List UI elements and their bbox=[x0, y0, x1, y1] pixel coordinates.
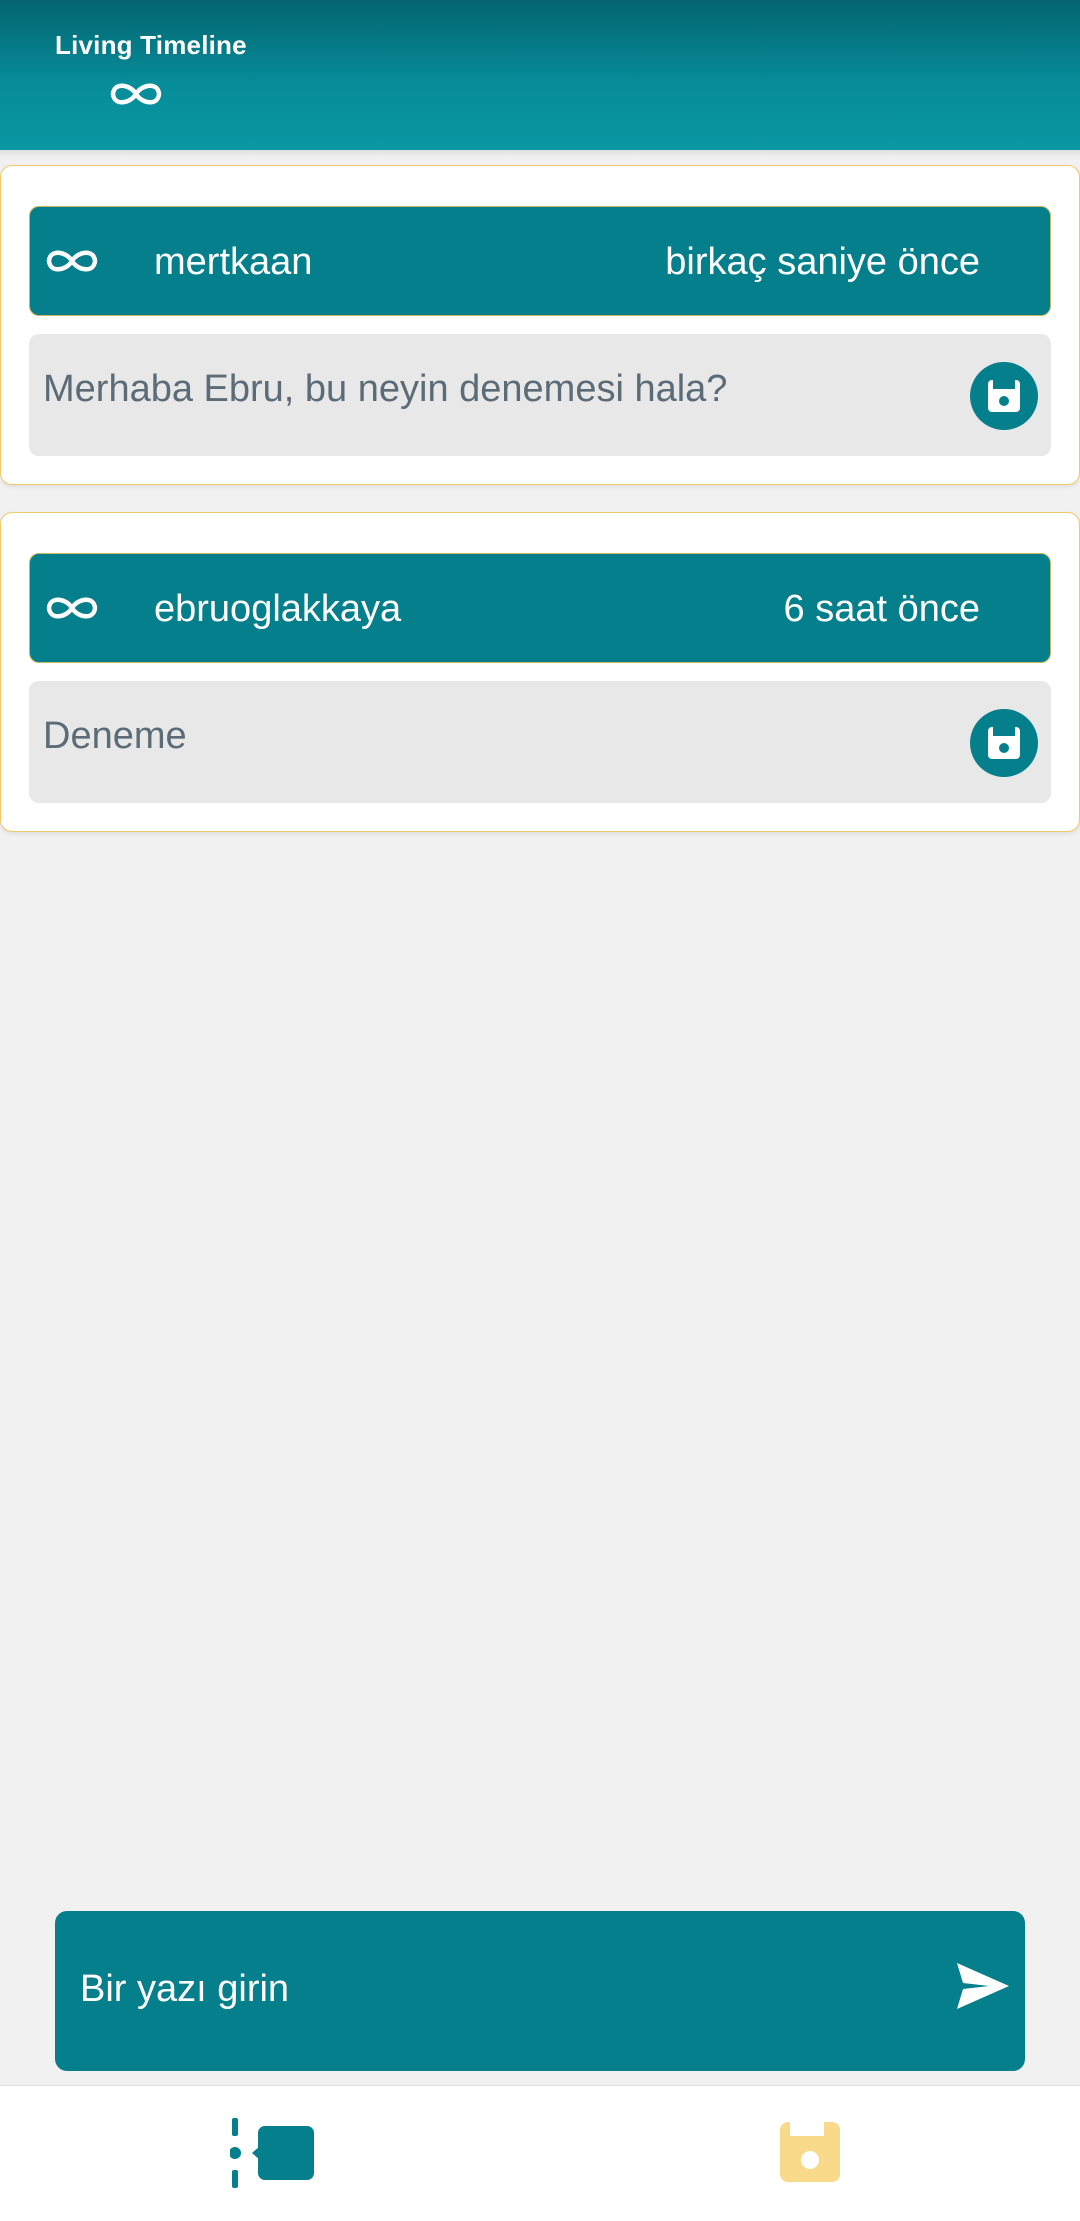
save-icon[interactable] bbox=[778, 2120, 842, 2184]
post-header: ebruoglakkaya 6 saat önce bbox=[29, 553, 1051, 663]
post-body: Merhaba Ebru, bu neyin denemesi hala? bbox=[29, 334, 1051, 456]
app-header: Living Timeline bbox=[0, 0, 1080, 150]
app-title: Living Timeline bbox=[55, 30, 247, 60]
post-text: Merhaba Ebru, bu neyin denemesi hala? bbox=[43, 368, 728, 410]
message-input[interactable] bbox=[80, 1959, 900, 2019]
infinity-icon bbox=[110, 83, 162, 105]
post-body: Deneme bbox=[29, 681, 1051, 803]
infinity-icon bbox=[46, 250, 98, 272]
send-icon[interactable] bbox=[955, 1961, 1011, 2011]
post-username[interactable]: mertkaan bbox=[154, 241, 312, 284]
header-shadow bbox=[0, 150, 1080, 158]
bottom-navigation bbox=[0, 2085, 1080, 2221]
post-text: Deneme bbox=[43, 715, 187, 757]
post-card: mertkaan birkaç saniye önce Merhaba Ebru… bbox=[0, 165, 1080, 485]
infinity-icon bbox=[46, 597, 98, 619]
save-icon[interactable] bbox=[970, 362, 1038, 430]
timeline-icon[interactable] bbox=[230, 2118, 316, 2188]
save-icon[interactable] bbox=[970, 709, 1038, 777]
post-username[interactable]: ebruoglakkaya bbox=[154, 588, 401, 631]
post-time: 6 saat önce bbox=[783, 588, 980, 630]
post-header: mertkaan birkaç saniye önce bbox=[29, 206, 1051, 316]
post-card: ebruoglakkaya 6 saat önce Deneme bbox=[0, 512, 1080, 832]
message-composer bbox=[55, 1911, 1025, 2071]
post-time: birkaç saniye önce bbox=[665, 241, 980, 283]
